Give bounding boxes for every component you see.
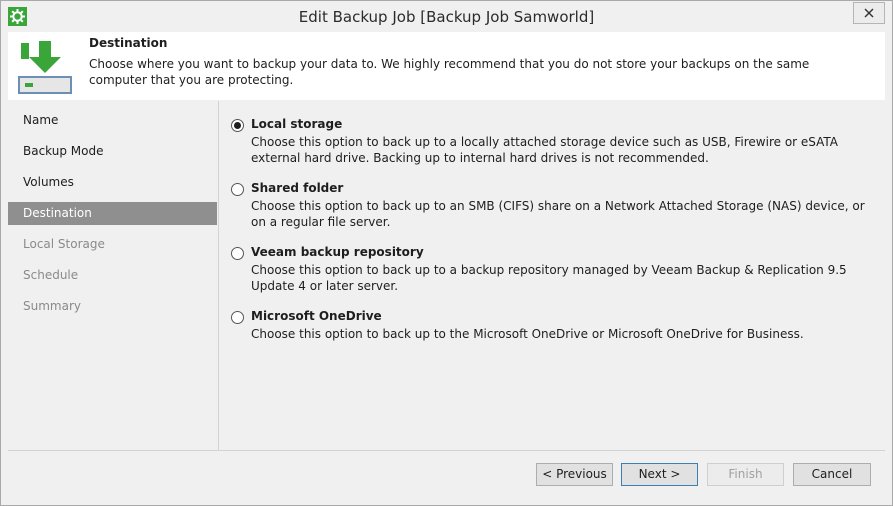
next-button[interactable]: Next >: [621, 463, 698, 486]
close-button[interactable]: [853, 2, 885, 24]
sidebar-item-destination[interactable]: Destination: [8, 202, 217, 225]
step-title: Destination: [89, 36, 168, 50]
cancel-button[interactable]: Cancel: [793, 463, 871, 486]
option-description: Choose this option to back up to the Mic…: [251, 327, 804, 341]
shared-folder-radio[interactable]: [231, 183, 244, 196]
window-title: Edit Backup Job [Backup Job Samworld]: [298, 8, 595, 26]
title-bar[interactable]: Edit Backup Job [Backup Job Samworld]: [1, 1, 892, 32]
sidebar-item-volumes[interactable]: Volumes: [8, 171, 217, 194]
option-title[interactable]: Shared folder: [251, 181, 343, 195]
veeam-repository-radio[interactable]: [231, 247, 244, 260]
footer-divider: [8, 450, 885, 451]
close-icon: [864, 8, 874, 18]
finish-button: Finish: [707, 463, 784, 486]
wizard-steps-sidebar: Name Backup Mode Volumes Destination Loc…: [8, 101, 219, 450]
option-description: Choose this option to back up to an SMB …: [251, 199, 865, 229]
sidebar-item-summary: Summary: [23, 299, 81, 313]
previous-button[interactable]: < Previous: [536, 463, 613, 486]
step-description: Choose where you want to backup your dat…: [89, 57, 810, 87]
edit-backup-job-window: Edit Backup Job [Backup Job Samworld] De…: [0, 0, 893, 506]
sidebar-item-schedule: Schedule: [23, 268, 79, 282]
download-to-drive-icon: [17, 39, 73, 95]
option-title[interactable]: Local storage: [251, 117, 342, 131]
step-header: Destination Choose where you want to bac…: [8, 32, 885, 100]
option-title[interactable]: Veeam backup repository: [251, 245, 424, 259]
sidebar-item-local-storage: Local Storage: [23, 237, 105, 251]
destination-options: Local storage Choose this option to back…: [219, 101, 885, 450]
local-storage-radio[interactable]: [231, 119, 244, 132]
sidebar-item-name[interactable]: Name: [8, 109, 217, 132]
onedrive-radio[interactable]: [231, 311, 244, 324]
option-title[interactable]: Microsoft OneDrive: [251, 309, 382, 323]
sidebar-item-backup-mode[interactable]: Backup Mode: [8, 140, 217, 163]
option-description: Choose this option to back up to a local…: [251, 135, 839, 165]
option-description: Choose this option to back up to a backu…: [251, 263, 847, 293]
